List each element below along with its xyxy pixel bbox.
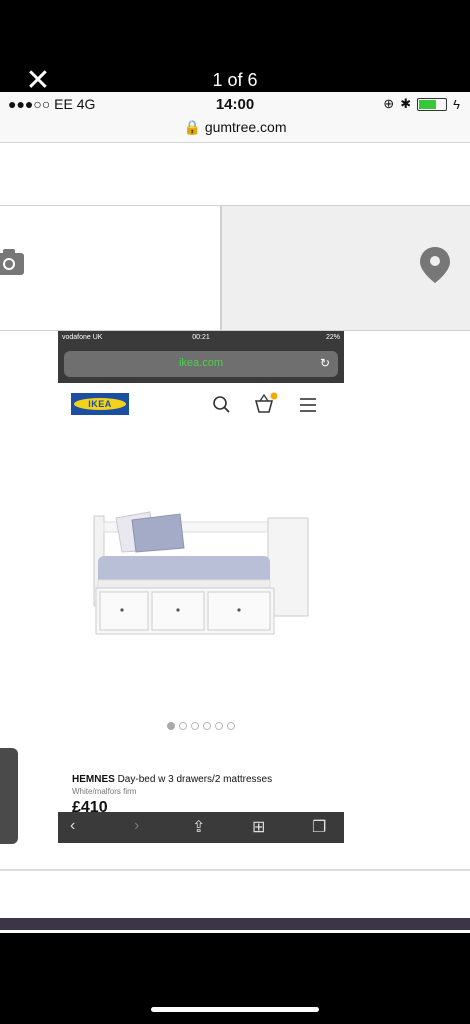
photo-url: ikea.com [178,357,224,369]
bluetooth-icon: ✱ [400,96,412,111]
product-title: HEMNES Day-bed w 3 drawers/2 mattresses [72,774,272,785]
address-url[interactable]: 🔒 gumtree.com [0,119,470,136]
carousel-dot [203,722,211,730]
product-description: Day-bed w 3 drawers/2 mattresses [117,774,273,785]
photo-browser-toolbar: ‹ › ⇪ ⊞ ❐ [58,812,344,843]
back-icon: ‹ [70,817,76,834]
status-bar: ●●●○○ EE 4G 14:00 🔒 gumtree.com ⊕ ✱ ϟ [0,92,470,143]
status-icons: ⊕ ✱ ϟ [383,96,460,112]
daybed-image [93,511,309,635]
carousel-dot [215,722,223,730]
product-name: HEMNES [72,774,115,785]
carousel-dot [179,722,187,730]
logo-text: IKEA [74,398,126,410]
bottom-strip [0,918,470,930]
lock-rotation-icon: ⊕ [383,96,395,111]
side-panel-handle[interactable] [0,748,18,844]
photo-nav-icons [213,392,316,413]
photo-tile[interactable] [0,205,221,331]
carousel-dot [227,722,235,730]
camera-icon[interactable] [0,247,26,277]
carousel-dot [191,722,199,730]
photo-url-field: ikea.com ↻ [64,351,338,377]
forward-icon: › [134,817,140,834]
basket-icon [255,392,278,413]
photo-address-bar: ikea.com ↻ [58,349,344,383]
share-icon: ⇪ [192,819,206,836]
product-variant: White/malfors firm [72,787,137,796]
bookmarks-icon: ⊞ [252,819,266,836]
search-icon [213,396,230,413]
charging-icon: ϟ [453,96,460,112]
divider [0,869,470,871]
image-counter: 1 of 6 [212,70,258,90]
listing-photo[interactable]: vodafone UK 00:21 22% ikea.com ↻ IKEA HE… [58,331,344,843]
reload-icon: ↻ [319,356,330,370]
photo-battery: 22% [325,334,340,341]
carousel-dots [58,717,344,735]
lock-icon: 🔒 [183,119,201,135]
carousel-dot [167,722,175,730]
ikea-logo: IKEA [71,393,129,415]
home-indicator[interactable] [151,1007,319,1012]
photo-time: 00:21 [192,334,210,341]
tabs-icon: ❐ [312,819,327,836]
menu-icon [300,398,316,412]
battery-icon [417,97,448,111]
photo-status-bar: vodafone UK 00:21 22% [58,331,344,349]
address-url-text: gumtree.com [204,119,287,135]
location-pin-icon[interactable] [418,245,452,285]
